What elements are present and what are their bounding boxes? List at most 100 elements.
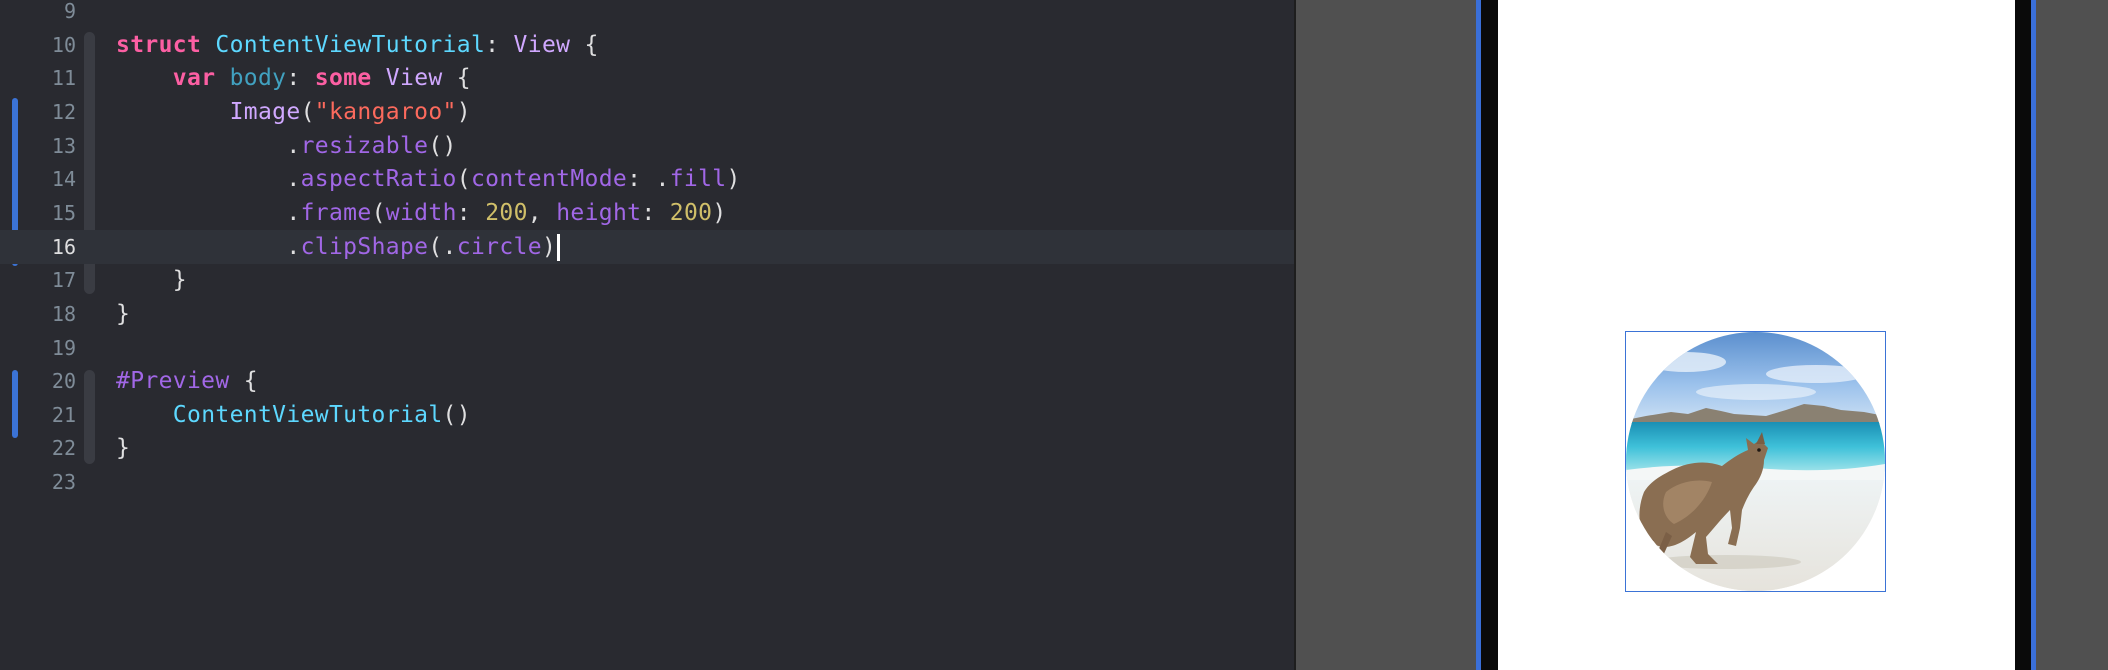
code-token: aspectRatio [300,166,457,193]
code-token: { [570,31,599,58]
code-token: : [641,199,670,226]
code-line[interactable]: 23 [0,465,1294,499]
code-token: struct [116,31,202,58]
code-line[interactable]: 21 ContentViewTutorial() [0,398,1294,432]
device-selection-edge-right [2031,0,2036,670]
code-line[interactable]: 19 [0,331,1294,365]
line-number: 14 [51,167,76,192]
code-token: ) [712,199,727,226]
code-text: .resizable() [116,129,457,163]
code-token: . [116,166,301,193]
code-line[interactable]: 10 struct ContentViewTutorial: View { [0,28,1294,62]
code-token: { [229,368,258,395]
code-editor[interactable]: 9 10 struct ContentViewTutorial: View {11 … [0,0,1294,670]
code-token: } [116,300,131,327]
code-text: } [116,297,130,331]
code-text: var body: some View { [116,61,471,95]
code-line[interactable]: 16 .clipShape(.circle) [0,229,1294,264]
code-line[interactable]: 18} [0,297,1294,331]
code-token: ContentViewTutorial [215,31,486,58]
code-line[interactable]: 14 .aspectRatio(contentMode: .fill) [0,162,1294,196]
code-token: ) [541,233,557,260]
code-line[interactable]: 15 .frame(width: 200, height: 200) [0,196,1294,230]
line-number: 19 [51,335,76,360]
code-line[interactable]: 17 } [0,263,1294,297]
code-token: } [116,435,131,462]
code-token: 200 [485,199,528,226]
code-token: ( [300,98,315,125]
code-text: .clipShape(.circle) [116,230,561,264]
code-token: width [385,199,457,226]
code-line[interactable]: 13 .resizable() [0,129,1294,163]
line-number: 16 [51,234,76,259]
code-token: "kangaroo" [314,98,457,125]
code-text: } [116,263,187,297]
code-token: . [116,233,301,260]
code-token: resizable [300,132,429,159]
code-line[interactable]: 22} [0,431,1294,465]
code-token: height [556,199,642,226]
code-token: { [442,65,471,92]
code-token: : [456,199,486,226]
code-token: : [286,65,315,92]
line-number: 9 [63,0,76,23]
device-selection-edge-left [1476,0,1481,670]
code-token: ( [456,166,471,193]
code-token: View [385,65,443,92]
code-text: Image("kangaroo") [116,95,471,129]
code-line[interactable]: 11 var body: some View { [0,61,1294,95]
code-token: clipShape [300,233,429,260]
code-token: frame [300,199,372,226]
code-text: ContentViewTutorial() [116,398,471,432]
code-token: Image [229,98,301,125]
code-token: some [314,65,372,92]
line-number: 12 [51,99,76,124]
code-token: ContentViewTutorial [172,401,443,428]
code-line[interactable]: 20 #Preview { [0,364,1294,398]
preview-selection-outline [1625,331,1886,592]
code-token: () [442,401,471,428]
code-text: #Preview { [116,364,258,398]
code-line[interactable]: 12 Image("kangaroo") [0,95,1294,129]
line-number: 11 [51,66,76,91]
line-number: 20 [51,369,76,394]
line-number: 22 [51,436,76,461]
line-number: 15 [51,200,76,225]
line-number: 10 [51,32,76,57]
code-token: ) [456,98,471,125]
line-number: 23 [51,470,76,495]
code-text: struct ContentViewTutorial: View { [116,28,599,62]
code-token: circle [456,233,542,260]
code-token: () [428,132,457,159]
code-token: contentMode [470,166,628,193]
text-cursor [557,233,561,261]
code-token: View [513,31,571,58]
code-token: . [116,199,301,226]
code-token: , [527,199,557,226]
code-text: .frame(width: 200, height: 200) [116,196,727,230]
code-token: ) [726,166,741,193]
code-token: } [116,267,187,294]
code-token: (. [428,233,457,260]
code-token: . [116,132,301,159]
code-token: #Preview [116,368,230,395]
code-token: body [229,65,287,92]
xcode-window: 9 10 struct ContentViewTutorial: View {11 … [0,0,2108,670]
line-number: 13 [51,133,76,158]
code-token: 200 [669,199,713,226]
code-token: fill [669,166,727,193]
line-number: 18 [51,301,76,326]
editor-preview-divider[interactable] [1294,0,1296,670]
code-text: .aspectRatio(contentMode: .fill) [116,162,741,196]
code-token: : . [627,166,670,193]
line-number: 21 [51,402,76,427]
code-token: var [172,65,216,92]
code-text: } [116,431,130,465]
code-line[interactable]: 9 [0,0,1294,28]
line-number: 17 [51,268,76,293]
